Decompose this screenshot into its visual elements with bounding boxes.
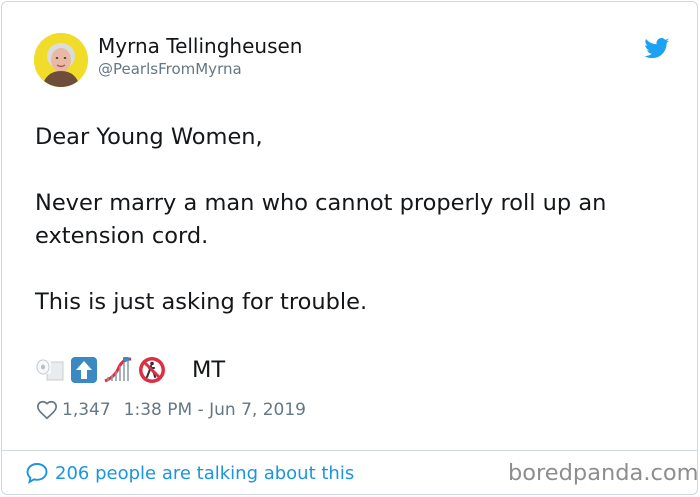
tweet-date: Jun 7, 2019 (209, 400, 306, 420)
tweet-paragraph-1: Dear Young Women, (35, 121, 675, 154)
emoji-signature: MT (192, 357, 226, 383)
emoji-row: MT (35, 353, 225, 387)
tweet-line: Dear Young Women, (35, 124, 263, 150)
twitter-bird-icon[interactable] (644, 38, 670, 59)
tweet-line: extension cord. (35, 223, 209, 249)
tweet-card: Myrna Tellingheusen @PearlsFromMyrna Dea… (1, 1, 699, 495)
up-arrow-icon (69, 355, 99, 385)
like-count[interactable]: 1,347 (62, 400, 111, 420)
heart-icon[interactable] (36, 399, 58, 421)
tweet-line: Never marry a man who cannot properly ro… (35, 190, 607, 216)
tweet-paragraph-2: Never marry a man who cannot properly ro… (35, 187, 675, 253)
avatar[interactable] (34, 33, 88, 87)
no-pedestrians-icon (137, 355, 167, 385)
timestamp-separator: - (197, 400, 204, 420)
avatar-photo (34, 33, 88, 87)
author-block[interactable]: Myrna Tellingheusen @PearlsFromMyrna (98, 34, 302, 79)
tweet-text: Dear Young Women, Never marry a man who … (35, 121, 675, 319)
speech-bubble-icon (26, 463, 48, 484)
tweet-time: 1:38 PM (123, 400, 193, 420)
tweet-paragraph-3: This is just asking for trouble. (35, 286, 675, 319)
source-watermark: boredpanda.com (508, 460, 699, 486)
author-handle[interactable]: @PearlsFromMyrna (98, 59, 302, 79)
tweet-line: This is just asking for trouble. (35, 289, 368, 315)
tweet-timestamp[interactable]: 1:38 PM - Jun 7, 2019 (124, 400, 306, 420)
roller-coaster-icon (103, 355, 133, 385)
conversation-link[interactable]: 206 people are talking about this (25, 461, 354, 485)
author-name[interactable]: Myrna Tellingheusen (98, 34, 302, 58)
toilet-roll-icon (35, 355, 65, 385)
tweet-meta: 1,347 1:38 PM - Jun 7, 2019 (36, 399, 306, 421)
conversation-link-text[interactable]: 206 people are talking about this (55, 463, 354, 484)
footer-divider (2, 450, 697, 451)
